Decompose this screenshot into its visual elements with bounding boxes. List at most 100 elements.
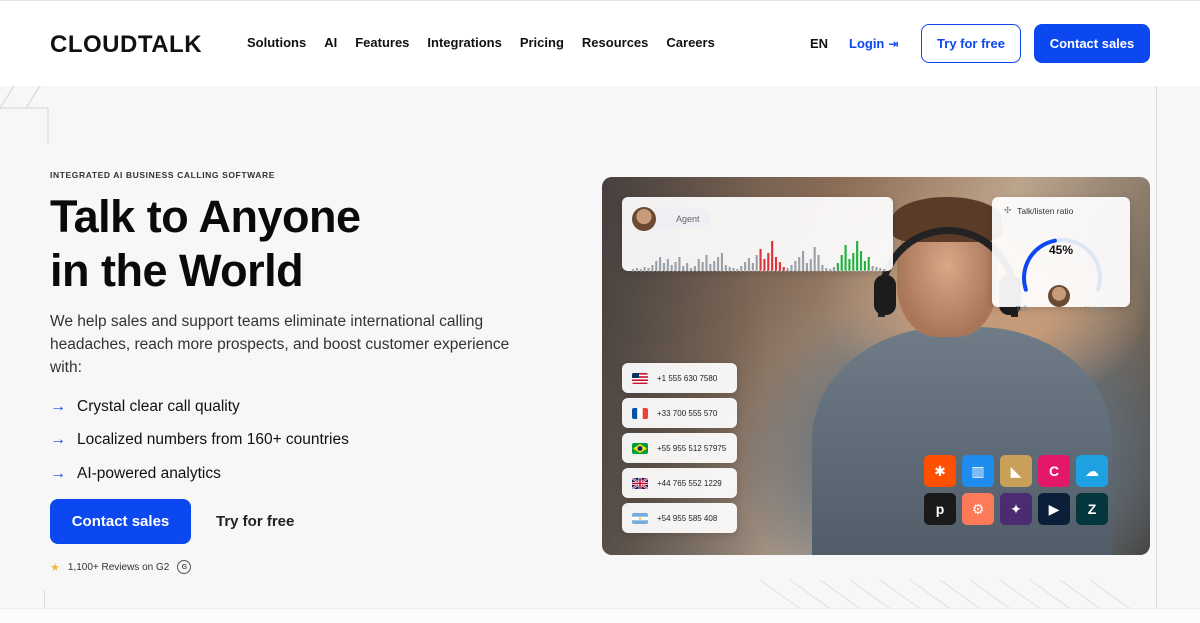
waveform-bar [771, 241, 774, 271]
feature-label: AI-powered analytics [77, 464, 221, 482]
main-nav: Solutions AI Features Integrations Prici… [247, 35, 733, 50]
waveform-bar [867, 257, 870, 271]
waveform-bar [674, 262, 677, 271]
login-link[interactable]: Login ⇥ [849, 36, 898, 51]
phone-number-card-us: +1 555 630 7580 [622, 363, 737, 393]
waveform-bar [647, 268, 650, 271]
hero-headline: Talk to Anyone in the World [50, 190, 570, 298]
phone-number-card-br: +55 955 512 57975 [622, 433, 737, 463]
feature-list: → Crystal clear call quality → Localized n… [50, 390, 349, 491]
feature-label: Localized numbers from 160+ countries [77, 431, 349, 449]
intercom-icon: ▥ [962, 455, 994, 487]
shopify-flow-icon: ✦ [1000, 493, 1032, 525]
waveform-bar [852, 253, 855, 271]
nav-careers[interactable]: Careers [666, 35, 714, 50]
talk-listen-ratio-card: ✣ Talk/listen ratio 45% Talk Listen [992, 197, 1130, 313]
hero-subtext: We help sales and support teams eliminat… [50, 313, 510, 376]
waveform-bar [802, 251, 805, 271]
ratio-percent: 45% [1048, 243, 1074, 257]
waveform-bar [713, 261, 716, 271]
waveform-bar [790, 265, 793, 271]
dynamics-icon: ▶ [1038, 493, 1070, 525]
phone-number-card-gb: +44 765 552 1229 [622, 468, 737, 498]
nav-ai[interactable]: AI [324, 35, 337, 50]
waveform-bar [659, 257, 662, 271]
waveform-bar [717, 257, 720, 271]
freshworks-kanban-icon: ◣ [1000, 455, 1032, 487]
waveform-bar [720, 253, 723, 271]
nav-features[interactable]: Features [355, 35, 409, 50]
phone-number: +44 765 552 1229 [657, 478, 722, 488]
waveform-bar [832, 267, 836, 271]
listener-avatar [1048, 285, 1070, 307]
waveform-bar [651, 265, 654, 271]
hero-contact-sales-button[interactable]: Contact sales [50, 499, 191, 544]
waveform-bar [670, 265, 673, 271]
waveform-bar [821, 265, 824, 271]
waveform-bar [856, 241, 859, 271]
waveform-bar [763, 259, 766, 271]
waveform-bar [774, 257, 778, 271]
decorative-lines-top-left [0, 86, 49, 144]
headset-left-ear [874, 275, 896, 315]
feature-item: → Localized numbers from 160+ countries [50, 424, 349, 458]
phone-number-card-fr: +33 700 555 570 [622, 398, 737, 428]
pipedrive-icon: p [924, 493, 956, 525]
waveform-bar [755, 255, 758, 271]
g2-reviews[interactable]: ★ 1,100+ Reviews on G2 G [50, 560, 192, 574]
waveform-bar [848, 259, 851, 271]
ratio-talk-label: Talk [1016, 306, 1029, 313]
hero-try-free-link[interactable]: Try for free [216, 513, 294, 530]
salesforce-icon: ☁ [1076, 455, 1108, 487]
ratio-title-row: ✣ Talk/listen ratio [1004, 205, 1073, 216]
waveform-bar [805, 263, 808, 271]
waveform-bar [709, 264, 712, 271]
waveform-bar [697, 259, 700, 271]
login-arrow-icon: ⇥ [888, 36, 899, 51]
waveform-bar [655, 261, 658, 271]
flag-gb-icon [632, 477, 648, 489]
header-try-free-button[interactable]: Try for free [921, 24, 1021, 63]
header-contact-sales-button[interactable]: Contact sales [1034, 24, 1150, 63]
nav-resources[interactable]: Resources [582, 35, 648, 50]
reviews-count: 1,100+ Reviews on G2 [67, 561, 170, 573]
flag-fr-icon [632, 407, 648, 419]
hubspot-icon: ⚙ [962, 493, 994, 525]
waveform-bar [751, 263, 754, 271]
arrow-right-icon: → [50, 464, 66, 482]
waveform-bar [798, 257, 801, 271]
phone-number: +1 555 630 7580 [657, 373, 718, 383]
flag-br-icon [632, 442, 648, 454]
ratio-sparkle-icon: ✣ [1004, 205, 1012, 215]
waveform-bar [844, 245, 847, 271]
arrow-right-icon: → [50, 431, 66, 449]
waveform-bar [836, 263, 839, 271]
audio-waveform [632, 241, 887, 272]
waveform-bar [678, 257, 681, 271]
waveform-bar [767, 253, 770, 271]
waveform-bar [786, 268, 789, 271]
hero-headline-line-2: in the World [50, 245, 304, 296]
language-switch[interactable]: EN [810, 36, 828, 51]
phone-number: +55 955 512 57975 [657, 443, 727, 453]
waveform-bar [794, 261, 797, 271]
nav-solutions[interactable]: Solutions [247, 35, 306, 50]
hero-image: Agent ✣ Talk/listen ratio 45% Talk Liste… [602, 177, 1150, 555]
feature-item: → AI-powered analytics [50, 457, 349, 491]
phone-number-card-ar: +54 955 585 408 [622, 503, 737, 533]
ratio-listen-label: Listen [1085, 306, 1104, 313]
agent-waveform-card: Agent [622, 197, 893, 272]
waveform-bar [643, 267, 646, 271]
cloudtalk-logo[interactable]: CLOUDTALK [50, 31, 202, 59]
agent-label: Agent [676, 214, 700, 224]
nav-pricing[interactable]: Pricing [520, 35, 564, 50]
waveform-bar [840, 255, 843, 271]
flag-us-icon [632, 372, 648, 384]
ratio-title: Talk/listen ratio [1017, 205, 1074, 216]
login-label: Login [849, 36, 885, 51]
nav-integrations[interactable]: Integrations [427, 35, 501, 50]
waveform-bar [701, 262, 704, 271]
waveform-bar [813, 247, 816, 271]
waveform-bar [747, 258, 751, 271]
hero-eyebrow: INTEGRATED AI BUSINESS CALLING SOFTWARE [50, 170, 276, 180]
